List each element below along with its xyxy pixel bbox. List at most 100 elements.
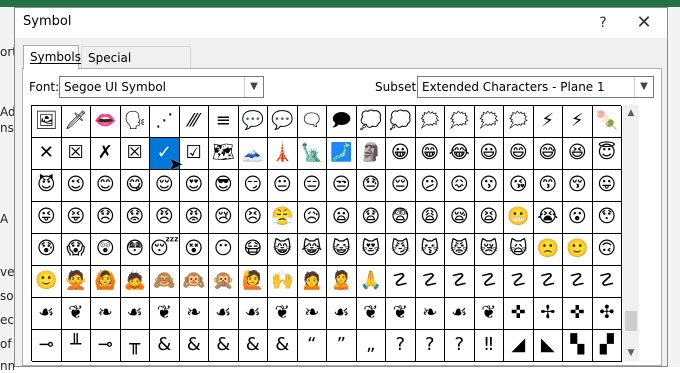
symbol-cell[interactable]: 😙 (533, 170, 563, 202)
symbol-cell[interactable]: & (179, 330, 209, 362)
symbol-cell[interactable]: 😁 (415, 138, 445, 170)
symbol-cell[interactable]: 😮 (563, 202, 593, 234)
symbol-cell[interactable]: 😗 (474, 170, 504, 202)
symbol-cell[interactable]: ✜ (563, 298, 593, 330)
symbol-cell[interactable]: 🖼 (32, 106, 62, 138)
symbol-cell[interactable]: ☒ (120, 138, 150, 170)
tab-special-characters[interactable]: Special Characters (81, 46, 191, 87)
symbol-cell[interactable]: ☑ (179, 138, 209, 170)
symbol-cell[interactable]: 😵 (179, 234, 209, 266)
symbol-cell[interactable]: 🗩 (327, 106, 357, 138)
symbol-cell[interactable]: ❦ (268, 298, 298, 330)
symbol-cell[interactable]: 🙊 (209, 266, 239, 298)
symbol-cell[interactable]: 🗡 (61, 106, 91, 138)
title-bar[interactable]: Symbol ? ✕ (15, 8, 667, 38)
symbol-cell[interactable]: ☙ (327, 298, 357, 330)
chevron-down-icon[interactable]: ▼ (244, 77, 263, 97)
symbol-cell[interactable]: 😧 (356, 202, 386, 234)
symbol-cell[interactable]: 😸 (268, 234, 298, 266)
symbol-cell[interactable]: 🗨 (297, 106, 327, 138)
symbol-cell[interactable]: ✕ (32, 138, 62, 170)
symbol-cell[interactable]: ? (415, 330, 445, 362)
symbol-cell[interactable]: 💬 (238, 106, 268, 138)
symbol-cell[interactable]: 💭 (386, 106, 416, 138)
symbol-cell[interactable]: ☒ (61, 138, 91, 170)
symbol-cell[interactable]: ⋰ (150, 106, 180, 138)
chevron-down-icon[interactable]: ▼ (634, 77, 653, 97)
symbol-cell[interactable]: 🙀 (504, 234, 534, 266)
symbol-cell[interactable]: 😼 (386, 234, 416, 266)
symbol-cell[interactable]: 😯 (592, 202, 622, 234)
symbol-cell[interactable]: “ (297, 330, 327, 362)
symbol-cell[interactable]: 🙍 (297, 266, 327, 298)
symbol-cell[interactable]: 🙆 (91, 266, 121, 298)
symbol-cell[interactable]: & (238, 330, 268, 362)
symbol-cell[interactable]: 😞 (91, 202, 121, 234)
symbol-cell[interactable]: ❧ (179, 298, 209, 330)
symbol-cell[interactable]: 🙌 (268, 266, 298, 298)
symbol-cell[interactable]: 🗯 (445, 106, 475, 138)
symbol-cell[interactable]: 😉 (61, 170, 91, 202)
symbol-cell[interactable]: ☡ (563, 266, 593, 298)
symbol-cell[interactable]: 😛 (592, 170, 622, 202)
symbol-cell[interactable]: ☙ (120, 298, 150, 330)
symbol-cell[interactable]: 😳 (120, 234, 150, 266)
symbol-cell[interactable]: 😍 (179, 170, 209, 202)
symbol-cell[interactable]: ☡ (533, 266, 563, 298)
symbol-cell[interactable]: 😘 (504, 170, 534, 202)
scroll-up-icon[interactable]: ▲ (623, 105, 639, 121)
symbol-cell[interactable]: 😅 (533, 138, 563, 170)
symbol-cell[interactable]: 🗻 (238, 138, 268, 170)
symbol-cell[interactable]: 😑 (297, 170, 327, 202)
symbol-cell[interactable]: 😜 (32, 202, 62, 234)
symbol-cell[interactable]: 😄 (504, 138, 534, 170)
symbol-cell[interactable]: 😣 (238, 202, 268, 234)
symbol-cell[interactable]: ☡ (592, 266, 622, 298)
close-button[interactable]: ✕ (633, 12, 655, 34)
symbol-cell[interactable]: 🙁 (533, 234, 563, 266)
symbol-cell[interactable]: 🍡 (592, 106, 622, 138)
symbol-cell[interactable]: 😎 (209, 170, 239, 202)
symbol-cell[interactable]: 👄 (91, 106, 121, 138)
symbol-cell[interactable]: 🙂 (563, 234, 593, 266)
symbol-cell[interactable]: 💬 (268, 106, 298, 138)
symbol-cell[interactable]: 😋 (120, 170, 150, 202)
grid-scrollbar[interactable]: ▲ ▼ (623, 105, 639, 361)
symbol-cell[interactable]: 😱 (61, 234, 91, 266)
symbol-cell[interactable]: 🙅 (61, 266, 91, 298)
symbol-cell[interactable]: 🗯 (415, 106, 445, 138)
symbol-cell[interactable]: 😂 (445, 138, 475, 170)
symbol-cell[interactable]: 😿 (474, 234, 504, 266)
symbol-cell[interactable]: ☙ (445, 298, 475, 330)
symbol-cell[interactable]: ╥ (120, 330, 150, 362)
symbol-cell[interactable]: 😚 (563, 170, 593, 202)
symbol-cell[interactable]: 🗯 (474, 106, 504, 138)
symbol-cell[interactable]: 🗿 (356, 138, 386, 170)
symbol-cell[interactable]: ◣ (533, 330, 563, 362)
symbol-cell[interactable]: 😷 (238, 234, 268, 266)
symbol-cell[interactable]: 😭 (533, 202, 563, 234)
symbol-cell[interactable]: 🙈 (150, 266, 180, 298)
symbol-cell[interactable]: ⚡ (563, 106, 593, 138)
help-button[interactable]: ? (592, 12, 614, 34)
symbol-cell[interactable]: ❧ (91, 298, 121, 330)
symbol-cell[interactable]: ☙ (209, 298, 239, 330)
symbol-cell[interactable]: 😨 (386, 202, 416, 234)
symbol-cell[interactable]: ☡ (415, 266, 445, 298)
symbol-cell[interactable]: 🗺 (209, 138, 239, 170)
symbol-cell[interactable]: 🙏 (356, 266, 386, 298)
symbol-cell[interactable]: 😡 (179, 202, 209, 234)
symbol-cell[interactable]: 😖 (445, 170, 475, 202)
symbol-cell[interactable]: 😊 (91, 170, 121, 202)
symbol-cell[interactable]: 😒 (327, 170, 357, 202)
symbol-cell[interactable]: 😝 (61, 202, 91, 234)
symbol-cell[interactable]: ╨ (61, 330, 91, 362)
symbol-cell[interactable]: ✗ (91, 138, 121, 170)
symbol-cell[interactable]: 🗼 (268, 138, 298, 170)
symbol-cell[interactable]: ⊸ (32, 330, 62, 362)
symbol-cell[interactable]: 😽 (415, 234, 445, 266)
symbol-cell[interactable]: 🗽 (297, 138, 327, 170)
symbol-cell[interactable]: ◢ (504, 330, 534, 362)
symbol-cell[interactable]: 😤 (268, 202, 298, 234)
symbol-cell[interactable]: 🙎 (327, 266, 357, 298)
